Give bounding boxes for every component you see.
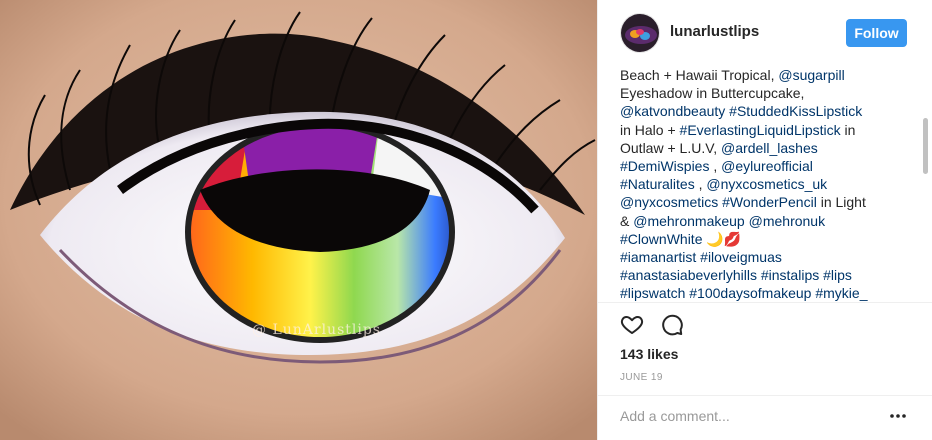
more-options-icon[interactable] — [888, 406, 908, 426]
likes-count[interactable]: 143 likes — [620, 346, 678, 362]
mention-link[interactable]: @sugarpill — [778, 67, 844, 83]
caption-line: Eyeshadow in Buttercupcake, — [620, 84, 912, 102]
hashtag-link[interactable]: #100daysofmakeup — [689, 285, 811, 301]
mention-link[interactable]: @mehronmakeup — [633, 213, 745, 229]
follow-button[interactable]: Follow — [846, 19, 907, 47]
caption-text: in Light — [816, 194, 866, 211]
caption-line: #iamanartist #iloveigmuas — [620, 248, 912, 266]
caption-line: #anastasiabeverlyhills #instalips #lips — [620, 266, 912, 284]
hashtag-link[interactable]: #instalips — [761, 267, 819, 283]
action-bar — [620, 312, 684, 338]
caption-text: Eyeshadow in Buttercupcake, — [620, 85, 805, 102]
caption-line: Beach + Hawaii Tropical, @sugarpill — [620, 66, 912, 84]
post-date[interactable]: JUNE 19 — [620, 372, 663, 383]
caption-line: in Halo + #EverlastingLiquidLipstick in — [620, 121, 912, 139]
hashtag-link[interactable]: #DemiWispies — [620, 158, 709, 174]
post-header: lunarlustlips Follow — [598, 0, 932, 66]
mention-link[interactable]: @nyxcosmetics_uk — [706, 176, 827, 192]
hashtag-link[interactable]: #ClownWhite — [620, 231, 702, 247]
hashtag-link[interactable]: #Naturalites — [620, 176, 695, 192]
mention-link[interactable]: @ardell_lashes — [721, 140, 818, 156]
caption-text: in — [840, 121, 856, 138]
lip-art-illustration — [0, 0, 597, 440]
hashtag-link[interactable]: #anastasiabeverlyhills — [620, 267, 757, 283]
caption-text: 🌙💋 — [702, 230, 742, 247]
divider — [598, 302, 932, 303]
post-sidebar: lunarlustlips Follow Beach + Hawaii Trop… — [597, 0, 932, 440]
caption-line: #lipswatch #100daysofmakeup #mykie_ — [620, 284, 912, 302]
mention-link[interactable]: @nyxcosmetics — [620, 194, 718, 210]
caption-line: & @mehronmakeup @mehronuk — [620, 212, 912, 230]
mention-link[interactable]: @katvondbeauty — [620, 103, 725, 119]
caption-text: Beach + Hawaii Tropical, — [620, 67, 779, 83]
caption-text: Outlaw + L.U.V, — [620, 139, 722, 156]
caption-line: #DemiWispies , @eylureofficial — [620, 157, 912, 175]
caption-scrollbar[interactable] — [923, 118, 928, 174]
comment-input[interactable] — [618, 404, 882, 428]
caption-line: @katvondbeauty #StuddedKissLipstick — [620, 102, 912, 120]
caption-line: #ClownWhite 🌙💋 — [620, 230, 912, 248]
hashtag-link[interactable]: #iamanartist — [620, 249, 696, 265]
caption-line: Outlaw + L.U.V, @ardell_lashes — [620, 139, 912, 157]
caption-text: , — [709, 157, 722, 174]
hashtag-link[interactable]: #iloveigmuas — [700, 249, 782, 265]
mention-link[interactable]: @eylureofficial — [721, 158, 813, 174]
avatar-image — [621, 14, 659, 52]
instagram-post: @ LunArlustlips lunarlustlips Follow Bea… — [0, 0, 932, 440]
caption-text: & — [620, 212, 634, 229]
post-image[interactable]: @ LunArlustlips — [0, 0, 597, 440]
caption-line: #Naturalites , @nyxcosmetics_uk — [620, 175, 912, 193]
mention-link[interactable]: @mehronuk — [749, 213, 825, 229]
hashtag-link[interactable]: #mykie_ — [815, 285, 867, 301]
heart-icon[interactable] — [620, 312, 644, 336]
hashtag-link[interactable]: #StuddedKissLipstick — [729, 103, 862, 119]
divider — [598, 395, 932, 396]
username[interactable]: lunarlustlips — [670, 23, 759, 40]
watermark: @ LunArlustlips — [252, 322, 381, 338]
hashtag-link[interactable]: #EverlastingLiquidLipstick — [680, 122, 841, 138]
caption-text: in Halo + — [620, 121, 680, 138]
avatar[interactable] — [620, 13, 660, 53]
caption-text: , — [694, 176, 707, 193]
hashtag-link[interactable]: #lips — [823, 267, 852, 283]
hashtag-link[interactable]: #WonderPencil — [722, 194, 817, 210]
caption-line: @nyxcosmetics #WonderPencil in Light — [620, 193, 912, 211]
post-caption: Beach + Hawaii Tropical, @sugarpill Eyesh… — [620, 66, 912, 302]
comment-icon[interactable] — [660, 312, 684, 336]
hashtag-link[interactable]: #lipswatch — [620, 285, 685, 301]
